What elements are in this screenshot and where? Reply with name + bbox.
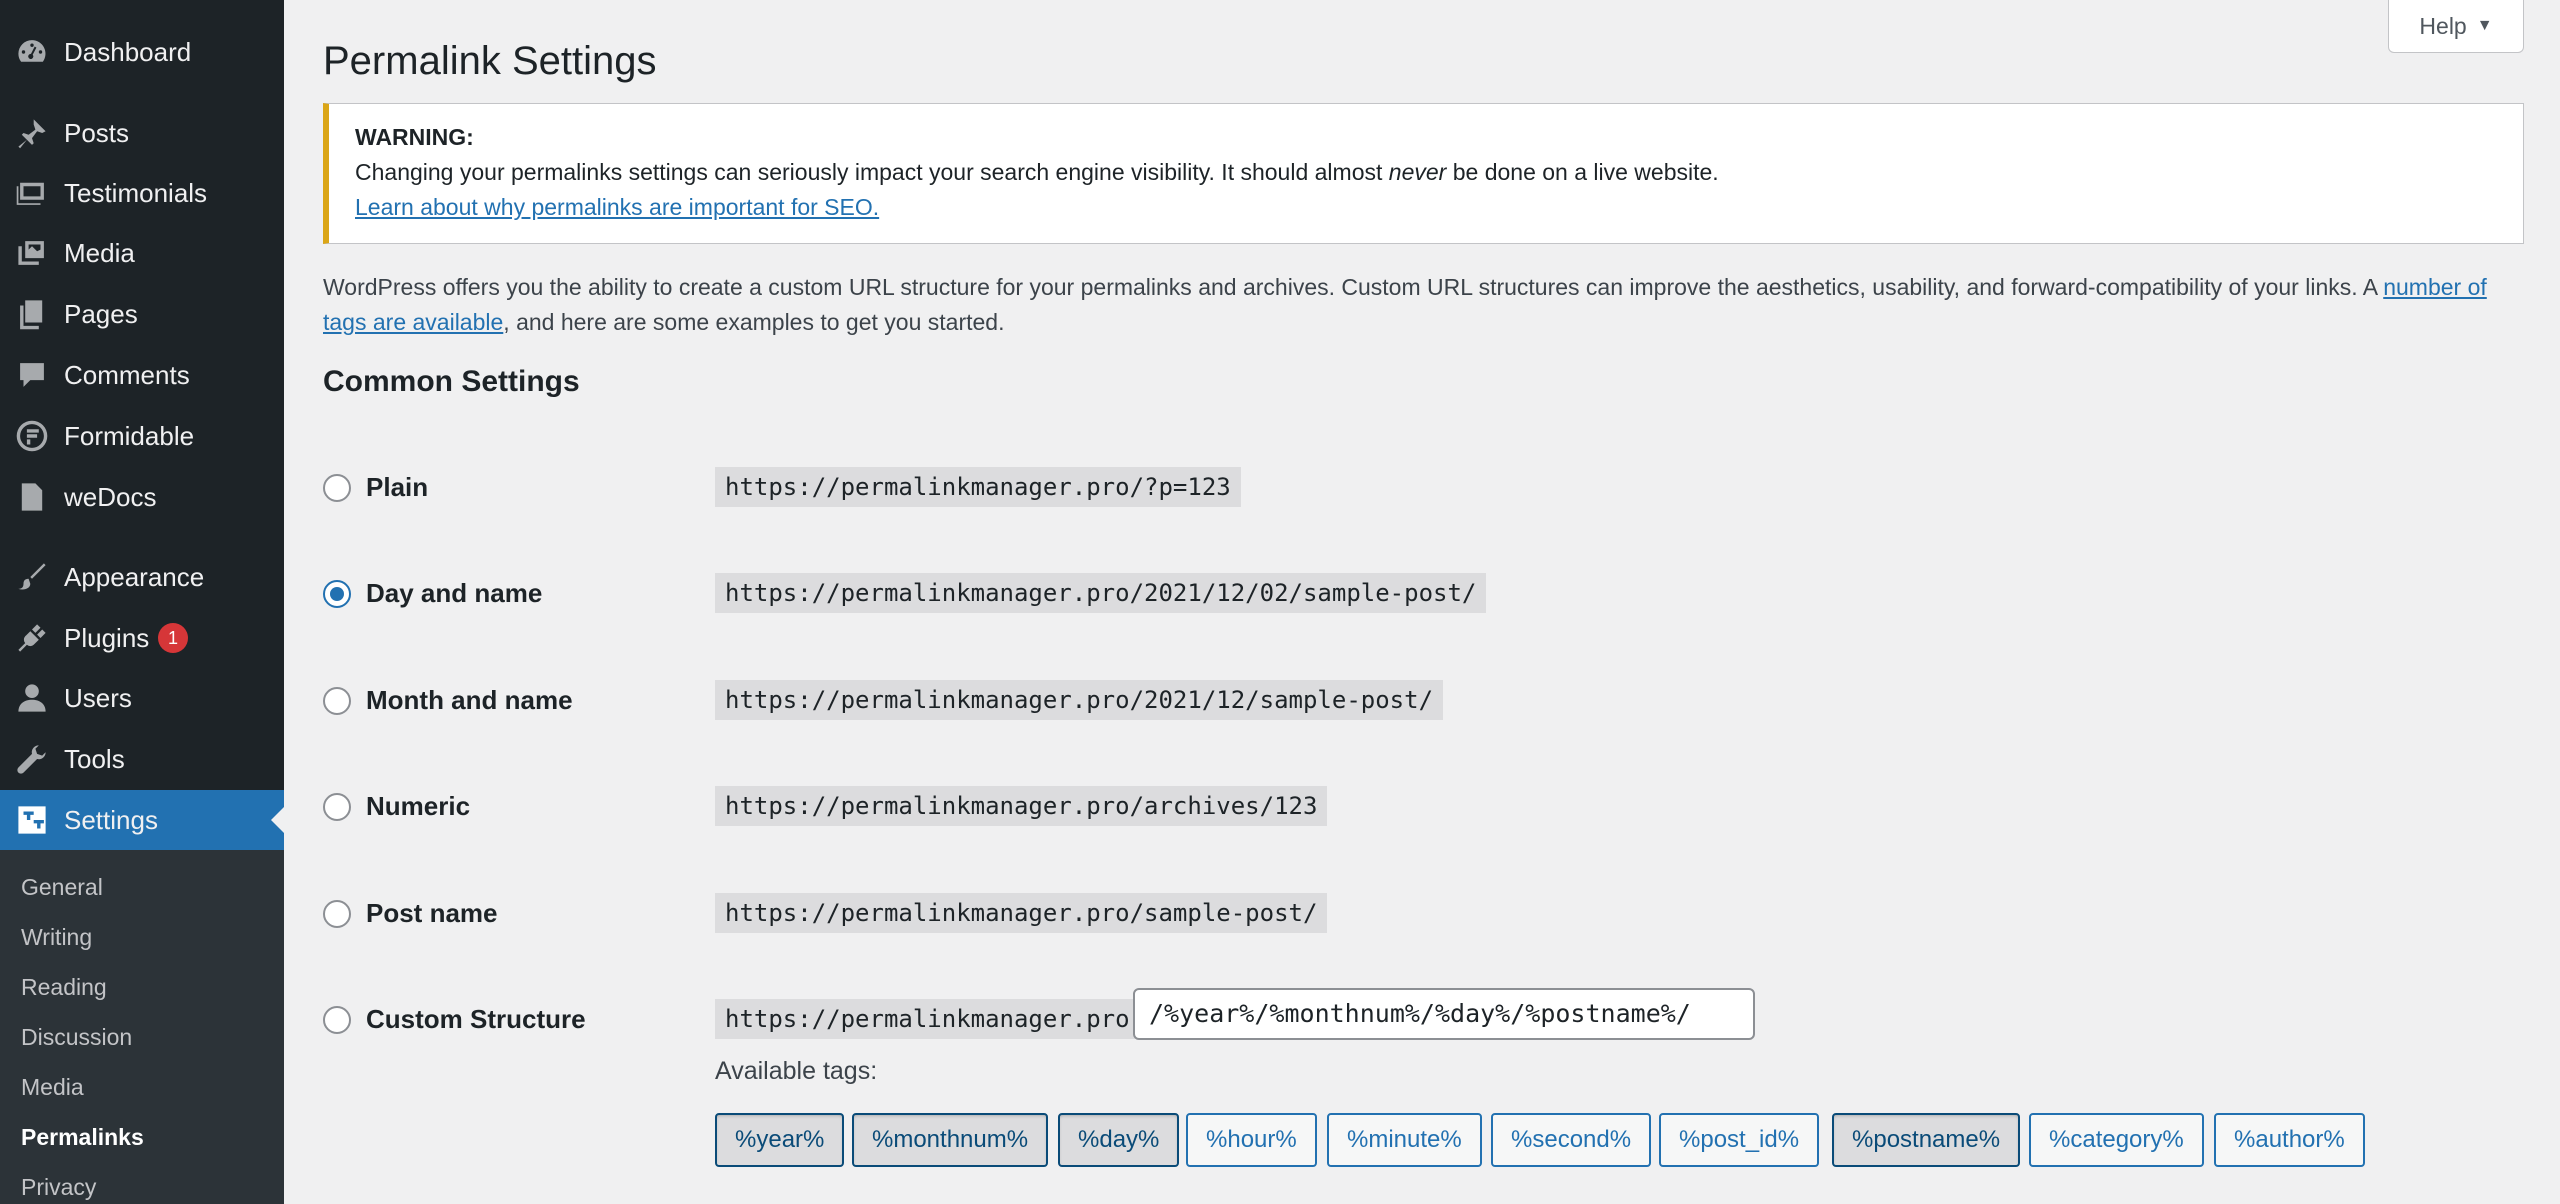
numeric-radio[interactable] bbox=[323, 793, 351, 821]
admin-sidebar: Dashboard Posts Testimonials Media Pages bbox=[0, 0, 284, 1204]
tag-category-button[interactable]: %category% bbox=[2029, 1113, 2204, 1167]
tag-year-button[interactable]: %year% bbox=[715, 1113, 845, 1167]
submenu-item-media[interactable]: Media bbox=[21, 1072, 84, 1102]
tag-minute-button[interactable]: %minute% bbox=[1327, 1113, 1482, 1167]
section-heading: Common Settings bbox=[323, 365, 580, 398]
sidebar-item-label: Users bbox=[64, 683, 132, 713]
custom-structure-input[interactable]: /%year%/%monthnum%/%day%/%postname%/ bbox=[1133, 988, 1755, 1040]
tag-author-button[interactable]: %author% bbox=[2214, 1113, 2365, 1167]
submenu-item-general[interactable]: General bbox=[21, 872, 103, 902]
document-icon bbox=[14, 479, 50, 515]
sidebar-item-label: Pages bbox=[64, 299, 138, 329]
sidebar-item-label: Plugins bbox=[64, 623, 150, 653]
plain-radio[interactable] bbox=[323, 474, 351, 502]
option-label[interactable]: Month and name bbox=[366, 685, 573, 716]
base-url-prefix: https://permalinkmanager.pro bbox=[715, 999, 1140, 1039]
submenu-item-permalinks[interactable]: Permalinks bbox=[21, 1122, 144, 1152]
pin-icon bbox=[14, 115, 50, 151]
settings-icon bbox=[14, 802, 50, 838]
page-title: Permalink Settings bbox=[323, 39, 657, 83]
sidebar-item-tools[interactable]: Tools bbox=[0, 729, 284, 789]
example-url: https://permalinkmanager.pro/sample-post… bbox=[715, 893, 1328, 933]
tag-hour-button[interactable]: %hour% bbox=[1186, 1113, 1317, 1167]
tag-post-id-button[interactable]: %post_id% bbox=[1659, 1113, 1820, 1167]
option-label[interactable]: Custom Structure bbox=[366, 1004, 586, 1035]
sidebar-item-label: Settings bbox=[64, 805, 158, 835]
gallery-icon bbox=[14, 175, 50, 211]
intro-text: WordPress offers you the ability to crea… bbox=[323, 274, 2487, 335]
example-url: https://permalinkmanager.pro/archives/12… bbox=[715, 786, 1328, 826]
example-url: https://permalinkmanager.pro/2021/12/sam… bbox=[715, 680, 1444, 720]
option-label[interactable]: Post name bbox=[366, 898, 498, 929]
sidebar-item-label: Formidable bbox=[64, 421, 195, 451]
option-post-name: Post name https://permalinkmanager.pro/s… bbox=[323, 888, 2323, 938]
custom-structure-radio[interactable] bbox=[323, 1006, 351, 1034]
sidebar-item-label: Appearance bbox=[64, 562, 205, 592]
plug-icon bbox=[14, 620, 50, 656]
sidebar-item-posts[interactable]: Posts bbox=[0, 103, 284, 163]
sidebar-item-label: Testimonials bbox=[64, 178, 208, 208]
warning-text: Changing your permalinks settings can se… bbox=[355, 159, 1719, 185]
option-label[interactable]: Day and name bbox=[366, 578, 542, 609]
sidebar-item-label: weDocs bbox=[64, 482, 157, 512]
example-url: https://permalinkmanager.pro/2021/12/02/… bbox=[715, 573, 1487, 613]
sidebar-item-wedocs[interactable]: weDocs bbox=[0, 467, 284, 527]
tag-day-button[interactable]: %day% bbox=[1058, 1113, 1180, 1167]
sidebar-item-appearance[interactable]: Appearance bbox=[0, 547, 284, 607]
sidebar-item-label: Dashboard bbox=[64, 37, 192, 67]
month-and-name-radio[interactable] bbox=[323, 687, 351, 715]
help-label: Help bbox=[2419, 12, 2467, 39]
sidebar-item-label: Media bbox=[64, 238, 135, 268]
option-month-and-name: Month and name https://permalinkmanager.… bbox=[323, 675, 2323, 725]
option-plain: Plain https://permalinkmanager.pro/?p=12… bbox=[323, 462, 2323, 512]
update-count-badge: 1 bbox=[158, 623, 188, 653]
submenu-item-reading[interactable]: Reading bbox=[21, 972, 107, 1002]
sidebar-item-label: Tools bbox=[64, 744, 125, 774]
dashboard-icon bbox=[14, 34, 50, 70]
tag-second-button[interactable]: %second% bbox=[1491, 1113, 1652, 1167]
settings-submenu: General Writing Reading Discussion Media… bbox=[0, 850, 284, 1204]
sidebar-item-users[interactable]: Users bbox=[0, 668, 284, 728]
sidebar-item-pages[interactable]: Pages bbox=[0, 284, 284, 344]
sidebar-item-settings[interactable]: Settings bbox=[0, 790, 284, 850]
submenu-item-privacy[interactable]: Privacy bbox=[21, 1172, 96, 1202]
pages-icon bbox=[14, 296, 50, 332]
sidebar-item-plugins[interactable]: Plugins 1 bbox=[0, 608, 284, 668]
option-label[interactable]: Plain bbox=[366, 472, 428, 503]
option-numeric: Numeric https://permalinkmanager.pro/arc… bbox=[323, 781, 2323, 831]
formidable-icon bbox=[14, 418, 50, 454]
warning-emphasis: never bbox=[1388, 159, 1447, 185]
sidebar-item-comments[interactable]: Comments bbox=[0, 345, 284, 405]
comment-icon bbox=[14, 357, 50, 393]
sidebar-item-formidable[interactable]: Formidable bbox=[0, 406, 284, 466]
user-icon bbox=[14, 680, 50, 716]
available-tags-label: Available tags: bbox=[715, 1057, 878, 1085]
day-and-name-radio[interactable] bbox=[323, 580, 351, 608]
sidebar-item-label: Posts bbox=[64, 118, 130, 148]
tag-monthnum-button[interactable]: %monthnum% bbox=[852, 1113, 1049, 1167]
sidebar-item-testimonials[interactable]: Testimonials bbox=[0, 163, 284, 223]
option-custom-structure: Custom Structure https://permalinkmanage… bbox=[323, 988, 2323, 1044]
help-button[interactable]: Help ▼ bbox=[2388, 0, 2524, 53]
brush-icon bbox=[14, 559, 50, 595]
submenu-item-discussion[interactable]: Discussion bbox=[21, 1022, 132, 1052]
sidebar-item-dashboard[interactable]: Dashboard bbox=[0, 22, 284, 82]
sidebar-item-media[interactable]: Media bbox=[0, 223, 284, 283]
warning-notice: WARNING: Changing your permalinks settin… bbox=[323, 103, 2524, 244]
wrench-icon bbox=[14, 741, 50, 777]
tag-postname-button[interactable]: %postname% bbox=[1832, 1113, 2021, 1167]
sidebar-item-label: Comments bbox=[64, 360, 190, 390]
warning-title: WARNING: bbox=[355, 124, 474, 150]
option-day-and-name: Day and name https://permalinkmanager.pr… bbox=[323, 568, 2323, 618]
example-url: https://permalinkmanager.pro/?p=123 bbox=[715, 467, 1241, 507]
post-name-radio[interactable] bbox=[323, 900, 351, 928]
seo-learn-more-link[interactable]: Learn about why permalinks are important… bbox=[355, 194, 879, 221]
submenu-item-writing[interactable]: Writing bbox=[21, 922, 92, 952]
caret-down-icon: ▼ bbox=[2476, 17, 2493, 34]
option-label[interactable]: Numeric bbox=[366, 791, 470, 822]
media-icon bbox=[14, 235, 50, 271]
